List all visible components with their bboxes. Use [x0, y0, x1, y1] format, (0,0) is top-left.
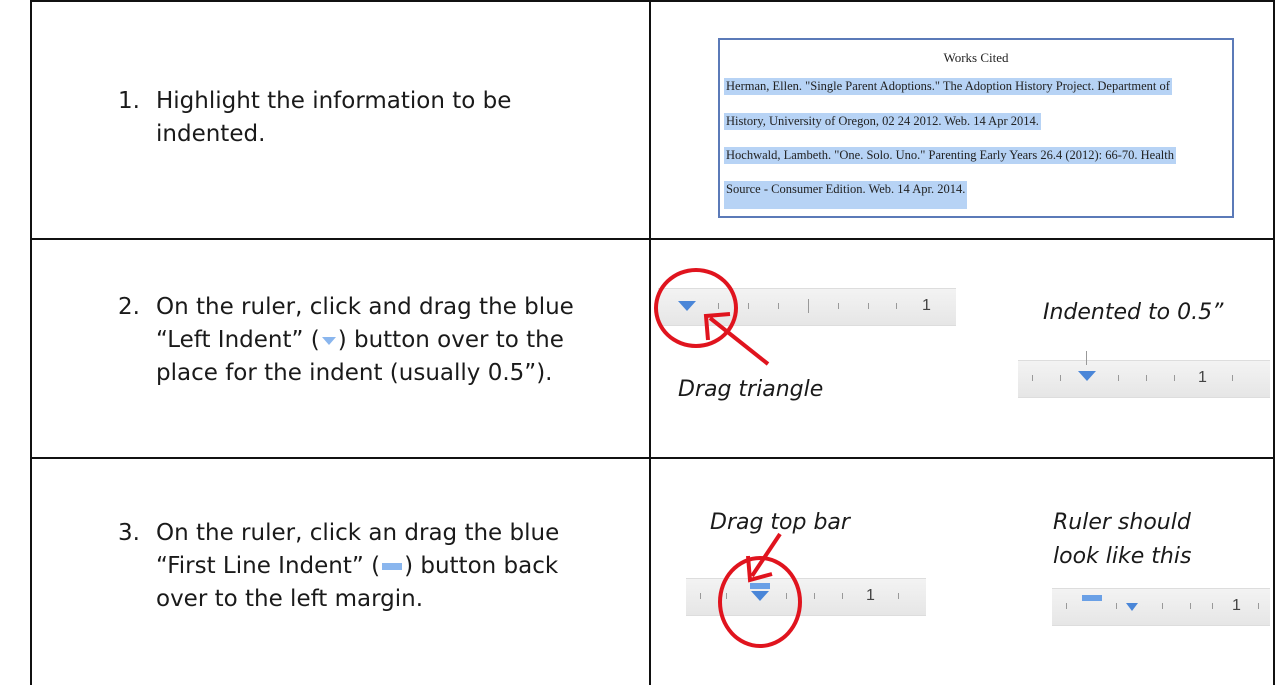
ruler-final: 1: [1052, 588, 1270, 626]
table-border-right: [1273, 0, 1275, 685]
ruler-tick: [1162, 603, 1163, 609]
ruler-tick: [1066, 603, 1067, 609]
ruler-tick: [1118, 375, 1119, 381]
ruler-tick: [898, 593, 899, 599]
ruler-tick: [896, 303, 897, 309]
left-indent-marker-icon: [1078, 371, 1096, 381]
arrow-icon: [703, 312, 770, 366]
first-line-indent-icon: [382, 563, 403, 570]
ruler-tick: [1258, 603, 1259, 609]
citation-line: Source - Consumer Edition. Web. 14 Apr. …: [724, 181, 968, 209]
ruler-tick: [1232, 375, 1233, 381]
step-text: On the ruler, click an drag the blue: [156, 520, 560, 546]
ruler-tick: [842, 593, 843, 599]
step-text: Highlight the information to be: [156, 88, 512, 114]
ruler-tick: [868, 303, 869, 309]
step-text: ) button back: [404, 553, 559, 579]
citation-line: Hochwald, Lambeth. "One. Solo. Uno." Par…: [724, 147, 1176, 164]
ruler-tick: [808, 299, 809, 313]
step-number: 1.: [118, 88, 140, 114]
left-indent-icon: [321, 336, 336, 345]
ruler-should-label: Ruler should: [1053, 510, 1191, 535]
look-like-this-label: look like this: [1053, 544, 1192, 569]
step-text: ) button over to the: [337, 327, 564, 353]
ruler-number: 1: [1232, 597, 1241, 614]
citation-line: Herman, Ellen. "Single Parent Adoptions.…: [724, 78, 1172, 95]
table-divider-1: [30, 238, 1275, 240]
ruler-tick: [700, 593, 701, 599]
ruler-tick: [1086, 351, 1087, 365]
first-line-indent-marker-icon: [1082, 595, 1102, 601]
table-border-top: [30, 0, 1275, 2]
ruler-tick: [1060, 375, 1061, 381]
ruler-tick: [1146, 375, 1147, 381]
instruction-table: 1. Highlight the information to be inden…: [0, 0, 1283, 685]
arrow-icon: [746, 532, 782, 583]
step-text: place for the indent (usually 0.5”).: [156, 360, 553, 386]
step-text: “Left Indent” (: [156, 327, 320, 353]
step-number: 2.: [118, 294, 140, 320]
step-text: “First Line Indent” (: [156, 553, 381, 579]
step-text: over to the left margin.: [156, 586, 424, 612]
ruler-tick: [1116, 603, 1117, 609]
table-border-left: [30, 0, 32, 685]
ruler-tick: [838, 303, 839, 309]
works-cited-screenshot: Works Cited Herman, Ellen. "Single Paren…: [718, 38, 1234, 218]
citation-line: History, University of Oregon, 02 24 201…: [724, 113, 1041, 130]
drag-triangle-label: Drag triangle: [678, 377, 824, 402]
ruler-tick: [1190, 603, 1191, 609]
step-text: On the ruler, click and drag the blue: [156, 294, 574, 320]
left-indent-marker-icon: [1126, 603, 1138, 611]
indented-to-label: Indented to 0.5”: [1043, 300, 1224, 325]
table-divider-2: [30, 457, 1275, 459]
ruler-after: 1: [1018, 351, 1270, 398]
ruler-tick: [814, 593, 815, 599]
works-cited-title: Works Cited: [943, 50, 1009, 65]
ruler-tick: [1174, 375, 1175, 381]
table-column-divider: [649, 0, 651, 685]
ruler-number: 1: [866, 587, 875, 604]
ruler-number: 1: [922, 297, 931, 314]
ruler-tick: [1032, 375, 1033, 381]
ruler-tick: [1212, 603, 1213, 609]
step-number: 3.: [118, 520, 140, 546]
step-text: indented.: [156, 121, 266, 147]
ruler-number: 1: [1198, 369, 1207, 386]
